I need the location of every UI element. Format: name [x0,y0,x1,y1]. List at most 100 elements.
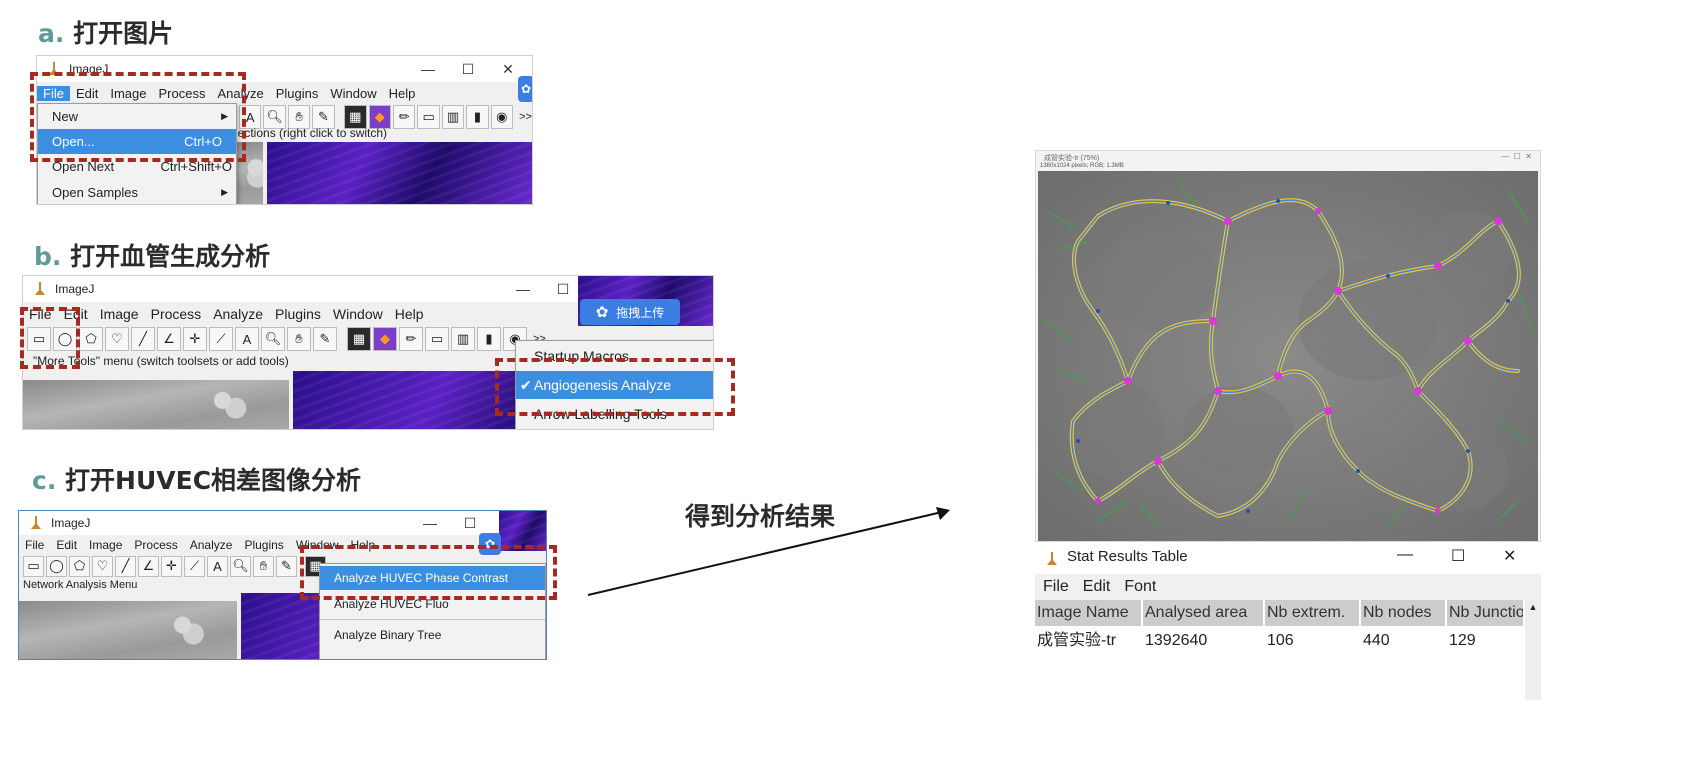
menu-plugins[interactable]: Plugins [269,306,327,322]
chart-tool-icon[interactable]: ▮ [477,327,501,351]
polygon-tool-icon[interactable]: ⬠ [79,327,103,351]
network-tool-icon[interactable]: ◉ [490,105,514,129]
chart-tool-icon[interactable]: ▮ [466,105,489,129]
upload-button[interactable]: ✿ 拖拽上传 [580,299,680,325]
result-window-controls: — ☐ ✕ [1501,152,1532,161]
window-b-title: ImageJ [55,282,95,296]
maximize-icon[interactable]: ☐ [1514,152,1521,161]
text-tool-icon[interactable]: A [207,555,228,577]
minimize-icon[interactable]: — [1501,152,1509,161]
stat-menu-edit[interactable]: Edit [1083,578,1111,596]
polygon-tool-icon[interactable]: ⬠ [69,555,90,577]
stack-tool-icon[interactable]: ▥ [441,105,465,129]
cell-image-thumb-b [23,380,289,429]
wand-tool-icon[interactable]: ⟋ [184,555,205,577]
step-b-title: b. 打开血管生成分析 [34,242,271,271]
menu-analyze[interactable]: Analyze [207,306,269,322]
menu-help[interactable]: Help [383,86,422,101]
menu-window[interactable]: Window [324,86,382,101]
magnifier-icon[interactable]: 🔍︎ [261,327,285,351]
rectangle-tool-icon[interactable]: ▭ [23,555,44,577]
cloud-icon: ✿ [595,304,609,321]
menu-process[interactable]: Process [128,538,183,552]
hand-tool-icon[interactable]: ✋︎ [253,555,274,577]
menu-analyze[interactable]: Analyze [184,538,239,552]
maximize-icon[interactable]: ☐ [448,56,488,82]
pencil-tool-icon[interactable]: ✏︎ [399,327,423,351]
wand-tool-icon[interactable]: ⟋ [209,327,233,351]
point-tool-icon[interactable]: ✛ [183,327,207,351]
menu-file[interactable]: File [19,538,50,552]
pencil-tool-icon[interactable]: ✏︎ [392,105,416,129]
result-image-info: 1360x1024 pixels; RGB; 1.3MB [1040,163,1124,169]
scroll-up-icon[interactable]: ▲ [1525,602,1541,612]
imagej-app-icon [33,281,47,297]
vertical-scrollbar[interactable]: ▲ [1525,600,1541,700]
dev-tool-icon[interactable]: ▦ [347,327,371,351]
color-picker-icon[interactable]: ✎ [276,555,297,577]
highlight-box-b-tool [20,307,80,369]
stat-menu-font[interactable]: Font [1124,578,1156,596]
menu-help[interactable]: Help [389,306,430,322]
hand-tool-icon[interactable]: ✋︎ [287,327,311,351]
freehand-tool-icon[interactable]: ♡ [92,555,113,577]
magnifier-icon[interactable]: 🔍︎ [230,555,251,577]
minimize-icon[interactable]: — [503,276,543,302]
more-tools-icon[interactable]: >> [519,111,532,123]
cell-analysed-area: 1392640 [1145,632,1208,649]
maximize-icon[interactable]: ☐ [543,276,583,302]
stat-window-title: Stat Results Table [1067,548,1188,565]
maximize-icon[interactable]: ☐ [1451,546,1465,566]
menu-plugins[interactable]: Plugins [238,538,289,552]
col-image-name[interactable]: Image Name [1035,600,1143,626]
cell-nb-junctions: 129 [1449,632,1476,649]
stat-menu-file[interactable]: File [1043,578,1069,596]
angle-tool-icon[interactable]: ∠ [157,327,181,351]
menu-plugins[interactable]: Plugins [270,86,325,101]
point-tool-icon[interactable]: ✛ [161,555,182,577]
cell-nb-nodes: 440 [1363,632,1390,649]
menu-edit[interactable]: Edit [50,538,83,552]
menu-process[interactable]: Process [145,306,208,322]
line-tool-icon[interactable]: ╱ [131,327,155,351]
cloud-icon[interactable]: ✿ [518,76,532,102]
close-icon[interactable]: ✕ [1525,152,1532,161]
minimize-icon[interactable]: — [1397,546,1413,564]
stat-menubar: File Edit Font [1035,574,1541,600]
folder-tool-icon[interactable]: ▭ [417,105,440,129]
table-row[interactable]: 成管实验-tr 1392640 106 440 129 [1035,628,1525,654]
minimize-icon[interactable]: — [410,511,450,535]
menu-image[interactable]: Image [94,306,145,322]
folder-tool-icon[interactable]: ▭ [425,327,449,351]
cell-image-name: 成管实验-tr [1037,632,1117,649]
angiogenesis-network-image [1038,171,1538,541]
lut-tool-icon[interactable]: ◆ [373,327,397,351]
result-image-window: 成管实验-tr (75%) — ☐ ✕ 1360x1024 pixels; RG… [1035,150,1541,542]
highlight-box-c [300,545,557,600]
col-nb-junctions[interactable]: Nb Junctio [1447,600,1525,626]
angle-tool-icon[interactable]: ∠ [138,555,159,577]
line-tool-icon[interactable]: ╱ [115,555,136,577]
window-c-titlebar: ImageJ — ☐ ✕ [19,511,546,535]
freehand-tool-icon[interactable]: ♡ [105,327,129,351]
menu-divider [320,619,545,620]
menu-image[interactable]: Image [83,538,128,552]
stat-table-header: Image Name Analysed area Nb extrem. Nb n… [1035,600,1525,626]
close-icon[interactable]: ✕ [1503,546,1516,566]
result-image-title: 成管实验-tr (75%) [1044,155,1100,162]
oval-tool-icon[interactable]: ◯ [46,555,67,577]
window-a-status: lections (right click to switch) [235,126,388,140]
col-analysed-area[interactable]: Analysed area [1143,600,1265,626]
text-tool-icon[interactable]: A [235,327,259,351]
menu-analyze-binary-tree[interactable]: Analyze Binary Tree [320,622,545,648]
menu-window[interactable]: Window [327,306,389,322]
stack-tool-icon[interactable]: ▥ [451,327,475,351]
col-nb-extrem[interactable]: Nb extrem. [1265,600,1361,626]
color-picker-icon[interactable]: ✎ [313,327,337,351]
minimize-icon[interactable]: — [408,56,448,82]
maximize-icon[interactable]: ☐ [450,511,490,535]
cell-nb-extrem: 106 [1267,632,1294,649]
window-c-status: Network Analysis Menu [23,579,138,591]
col-nb-nodes[interactable]: Nb nodes [1361,600,1447,626]
file-menu-open-samples[interactable]: Open Samples ▶ [38,179,236,204]
